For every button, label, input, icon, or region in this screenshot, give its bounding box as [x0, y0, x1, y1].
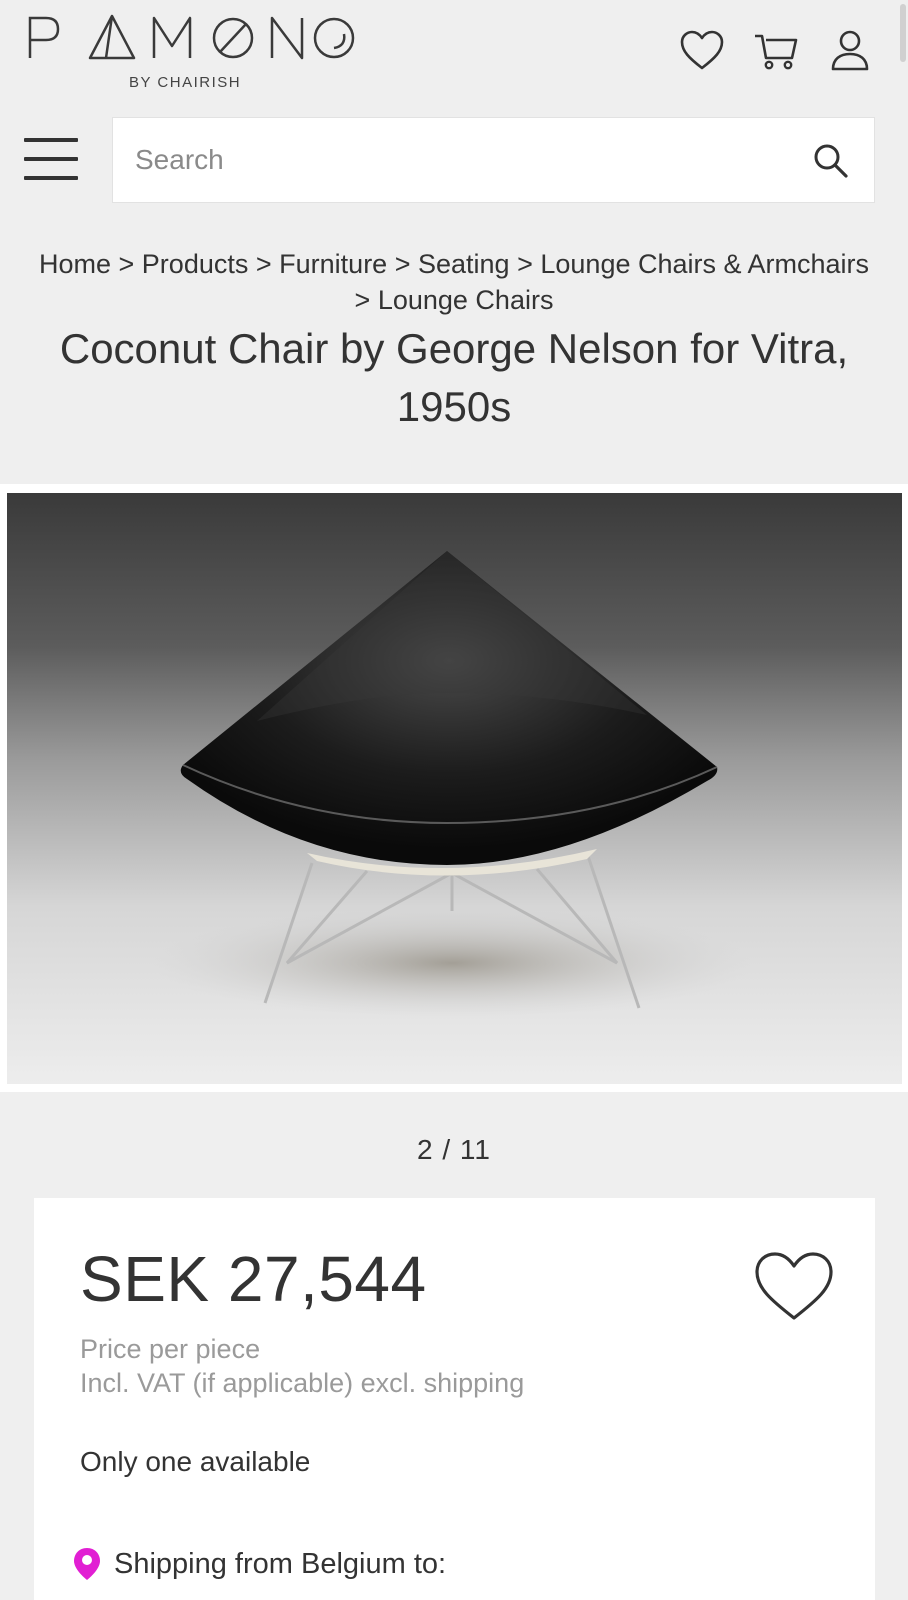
- pamono-logo-mark: [28, 14, 355, 60]
- product-image[interactable]: [7, 493, 902, 1084]
- search-button[interactable]: [812, 142, 850, 180]
- account-button[interactable]: [826, 26, 874, 74]
- header-actions: [678, 26, 874, 74]
- logo-subtitle: BY CHAIRISH: [129, 74, 242, 91]
- wishlist-button[interactable]: [678, 26, 726, 74]
- breadcrumb-separator: >: [118, 249, 142, 279]
- breadcrumb-home[interactable]: Home: [39, 249, 111, 279]
- site-header: BY CHAIRISH: [0, 0, 908, 100]
- search-bar: [112, 117, 875, 203]
- image-counter: 2 / 11: [417, 1134, 491, 1165]
- product-price: SEK 27,544: [80, 1243, 427, 1315]
- price-note: Price per piece Incl. VAT (if applicable…: [80, 1332, 524, 1400]
- breadcrumb-products[interactable]: Products: [142, 249, 249, 279]
- location-pin-icon: [74, 1548, 100, 1580]
- cart-icon: [755, 34, 798, 70]
- breadcrumb-seating[interactable]: Seating: [418, 249, 510, 279]
- vat-note: Incl. VAT (if applicable) excl. shipping: [80, 1368, 525, 1398]
- hamburger-icon: [24, 138, 78, 142]
- search-icon: [814, 144, 848, 178]
- breadcrumb-lounge-chairs-armchairs[interactable]: Lounge Chairs & Armchairs: [540, 249, 869, 279]
- user-icon: [831, 30, 869, 71]
- heart-icon: [755, 1252, 833, 1320]
- pamono-logo[interactable]: BY CHAIRISH: [26, 12, 356, 91]
- scrollbar[interactable]: [900, 4, 906, 62]
- add-to-favorites-button[interactable]: [753, 1250, 835, 1322]
- cart-button[interactable]: [752, 26, 800, 74]
- breadcrumb-separator: >: [255, 249, 280, 279]
- heart-icon: [680, 30, 724, 70]
- breadcrumb-lounge-chairs[interactable]: Lounge Chairs: [378, 285, 554, 315]
- breadcrumb-separator: >: [517, 249, 541, 279]
- shipping-info: Shipping from Belgium to:: [72, 1546, 446, 1582]
- product-title: Coconut Chair by George Nelson for Vitra…: [59, 325, 849, 430]
- search-input[interactable]: [135, 140, 755, 180]
- product-gallery[interactable]: [0, 484, 908, 1092]
- availability-text: Only one available: [80, 1446, 311, 1477]
- price-per-label: Price per piece: [80, 1334, 261, 1364]
- menu-button[interactable]: [24, 138, 78, 184]
- breadcrumb-separator: >: [394, 249, 418, 279]
- breadcrumb-furniture[interactable]: Furniture: [279, 249, 387, 279]
- breadcrumb: Home > Products > Furniture > Seating > …: [30, 246, 878, 318]
- breadcrumb-separator: >: [354, 285, 378, 315]
- price-card: SEK 27,544 Price per piece Incl. VAT (if…: [34, 1198, 875, 1600]
- shipping-label: Shipping from Belgium to:: [114, 1547, 447, 1580]
